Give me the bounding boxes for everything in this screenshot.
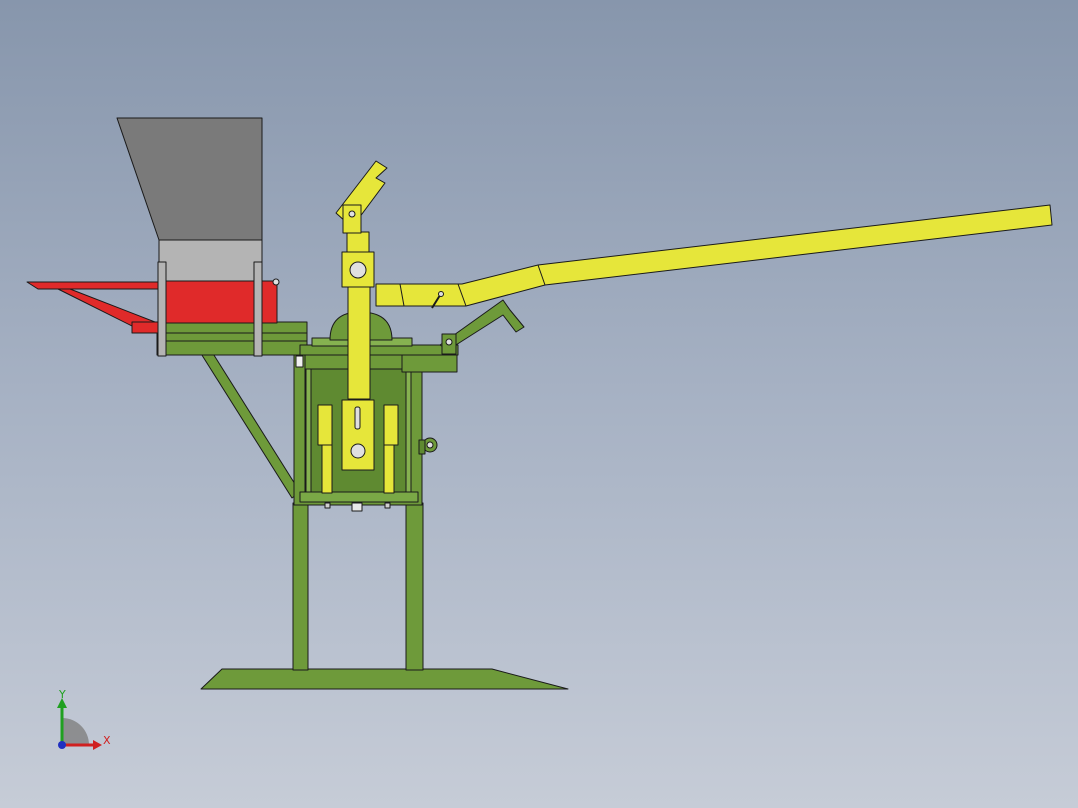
hopper-post-right <box>253 261 263 357</box>
left-piston-guide[interactable] <box>317 404 333 446</box>
z-axis-icon <box>58 741 66 749</box>
diagonal-brace[interactable] <box>199 351 301 499</box>
box-right-rail <box>405 367 412 493</box>
platform-top-rail[interactable] <box>156 321 308 334</box>
base-foot-plate[interactable] <box>200 668 569 690</box>
plunger-link-hole <box>349 261 367 279</box>
left-piston[interactable] <box>321 444 333 494</box>
platform-mid-rail <box>156 332 308 342</box>
side-knob-hole <box>426 441 434 449</box>
hopper-post-left <box>157 261 167 357</box>
bottom-tab-1 <box>324 502 331 509</box>
box-left-rail <box>305 367 312 493</box>
right-piston[interactable] <box>383 444 395 494</box>
side-knob-mount <box>418 439 426 455</box>
box-bottom-bar <box>299 491 419 503</box>
plunger-column[interactable] <box>347 286 371 400</box>
y-axis-label: Y <box>58 688 66 701</box>
bottom-tab-3 <box>384 502 391 509</box>
x-arrow-icon <box>93 740 102 750</box>
white-block <box>295 355 304 368</box>
plunger-slot <box>354 406 361 430</box>
triad-arc <box>62 718 89 745</box>
hopper-neck <box>158 239 263 283</box>
plunger-lower-hole <box>350 443 366 459</box>
cad-viewport[interactable]: Y X <box>0 0 1078 808</box>
handle-pin-head <box>438 291 444 297</box>
toggle-link[interactable] <box>342 204 362 234</box>
platform-lower-rail <box>156 340 308 356</box>
long-lever-handle[interactable] <box>375 204 1053 307</box>
lever-pivot-pin <box>445 338 453 346</box>
x-axis-label: X <box>103 734 111 747</box>
hopper-funnel[interactable] <box>116 117 263 241</box>
right-leg[interactable] <box>405 502 424 671</box>
tray-pin <box>272 278 280 286</box>
left-leg[interactable] <box>292 502 309 671</box>
cam-bracket[interactable] <box>401 354 458 373</box>
bottom-tab-2 <box>351 502 363 512</box>
plunger-upper-link[interactable] <box>346 231 370 255</box>
tray-front-plate <box>131 321 161 334</box>
right-piston-guide[interactable] <box>383 404 399 446</box>
toggle-pin <box>348 210 356 218</box>
coordinate-triad: Y X <box>57 688 111 750</box>
tray-arm[interactable] <box>26 281 161 290</box>
machine-model[interactable]: Y X <box>0 0 1078 808</box>
